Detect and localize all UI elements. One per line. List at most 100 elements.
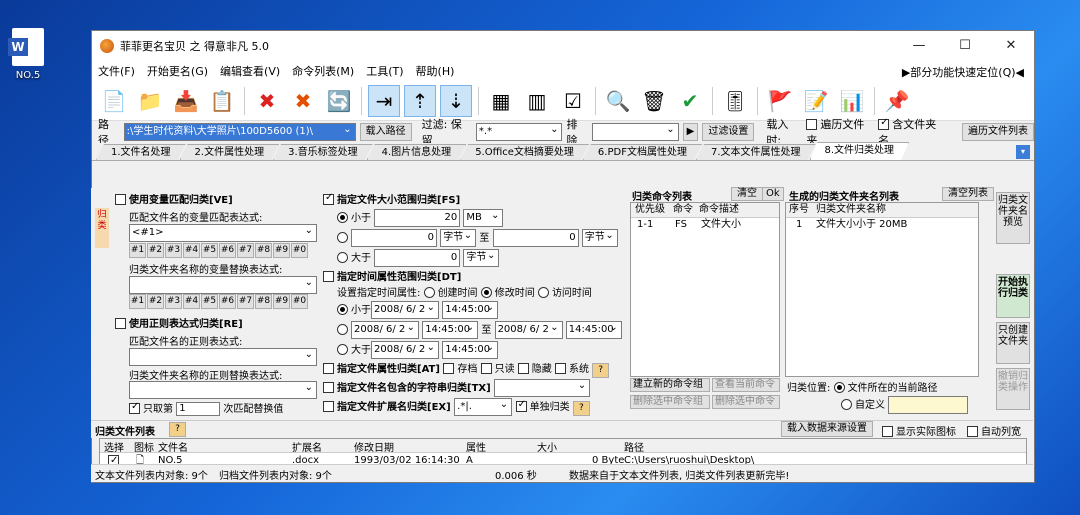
regex-match-select[interactable] [129, 348, 317, 366]
single-checkbox[interactable] [515, 399, 527, 412]
tab-scroll-icon[interactable]: ▾ [1016, 145, 1030, 159]
menu-tools[interactable]: 工具(T) [360, 63, 409, 79]
num-button[interactable]: #4 [183, 294, 200, 309]
archive-checkbox[interactable] [443, 362, 455, 374]
ext-select[interactable]: .*|. [454, 398, 513, 416]
size-from-input[interactable]: 0 [351, 229, 437, 247]
size-lt-radio[interactable] [337, 211, 348, 223]
time-lt-radio[interactable] [337, 303, 348, 315]
columns-icon[interactable]: ▥ [521, 85, 553, 117]
custom-path-input[interactable] [888, 396, 969, 414]
size-gt-radio[interactable] [337, 251, 348, 263]
size-to-unit-select[interactable]: 字节 [581, 229, 618, 247]
num-button[interactable]: #1 [129, 294, 146, 309]
desktop-file-icon[interactable]: W NO.5 [8, 28, 48, 81]
clear-icon[interactable]: ✖ [287, 85, 319, 117]
menu-edit[interactable]: 编辑查看(V) [214, 63, 286, 79]
num-button[interactable]: #2 [147, 243, 164, 258]
size-gt-input[interactable]: 0 [374, 249, 461, 267]
view-cmd-button[interactable]: 查看当前命令 [712, 378, 780, 392]
menu-rename[interactable]: 开始更名(G) [141, 63, 214, 79]
load-path-button[interactable]: 载入路径 [359, 123, 412, 141]
time3-select[interactable]: 14:45:00 [565, 321, 622, 339]
menu-file[interactable]: 文件(F) [92, 63, 141, 79]
help-icon[interactable]: ? [592, 363, 610, 378]
tab-pdf[interactable]: 6.PDF文档属性处理 [583, 144, 702, 160]
show-icon-checkbox[interactable]: 显示实际图标 [882, 423, 956, 438]
time-gt-radio[interactable] [337, 343, 348, 355]
cmd-table[interactable]: 优先级 命令 命令描述 1-1 FS 文件大小 [630, 202, 780, 377]
var-classify-checkbox[interactable]: 使用变量匹配归类[VE] [115, 191, 233, 206]
num-button[interactable]: #7 [237, 243, 254, 258]
pos-custom-radio[interactable] [841, 398, 852, 410]
num-button[interactable]: #0 [291, 243, 308, 258]
tab-music-tag[interactable]: 3.音乐标签处理 [273, 144, 373, 160]
str-select[interactable] [494, 379, 591, 397]
size-lt-input[interactable]: 20 [374, 209, 461, 227]
time-classify-checkbox[interactable]: 指定时间属性范围归类[DT] [323, 268, 461, 283]
preview-button[interactable]: 归类文件夹名预览 [996, 192, 1030, 244]
only-take-input[interactable]: 1 [176, 402, 221, 416]
num-button[interactable]: #8 [255, 294, 272, 309]
size-gt-unit-select[interactable]: 字节 [463, 249, 500, 267]
num-button[interactable]: #6 [219, 243, 236, 258]
grid-icon[interactable]: ▦ [485, 85, 517, 117]
delete-icon[interactable]: ✖ [251, 85, 283, 117]
tab-file-attr[interactable]: 2.文件属性处理 [180, 144, 280, 160]
pin-icon[interactable]: 📌 [881, 85, 913, 117]
new-file-icon[interactable]: 📄 [98, 85, 130, 117]
date2-select[interactable]: 2008/ 6/ 2 [351, 321, 419, 339]
num-button[interactable]: #3 [165, 243, 182, 258]
num-button[interactable]: #7 [237, 294, 254, 309]
cmd-ok-button[interactable]: Ok [762, 187, 784, 201]
num-button[interactable]: #1 [129, 243, 146, 258]
time-range-radio[interactable] [337, 323, 348, 335]
list-icon[interactable]: 📋 [206, 85, 238, 117]
var-replace-select[interactable] [129, 276, 317, 294]
maximize-button[interactable]: ☐ [942, 31, 988, 61]
size-lt-unit-select[interactable]: MB [463, 209, 504, 227]
num-button[interactable]: #5 [201, 243, 218, 258]
file-table[interactable]: 选择图标文件名扩展名修改日期属性大小路径 🗋NO.5.docx1993/03/0… [99, 438, 1027, 466]
var-match-select[interactable]: <#1> [129, 224, 317, 242]
minimize-button[interactable]: — [896, 31, 942, 61]
flag-icon[interactable]: 🚩 [764, 85, 796, 117]
tab-classify[interactable]: 8.文件归类处理 [810, 142, 910, 160]
import-icon[interactable]: 📥 [170, 85, 202, 117]
system-checkbox[interactable] [554, 362, 566, 374]
num-button[interactable]: #4 [183, 243, 200, 258]
menu-commands[interactable]: 命令列表(M) [286, 63, 360, 79]
auto-width-checkbox[interactable]: 自动列宽 [967, 423, 1021, 438]
created-radio[interactable] [423, 286, 435, 298]
table-icon[interactable]: 📊 [836, 85, 868, 117]
exclude-select[interactable] [592, 123, 679, 141]
quick-locate-menu[interactable]: ▶部分功能快速定位(Q)◀ [896, 64, 1030, 80]
help-icon[interactable]: ? [572, 401, 590, 416]
refresh-icon[interactable]: 🔄 [323, 85, 355, 117]
path-select[interactable]: :\学生时代资料\大学照片\100D5600 (1)\ [123, 123, 356, 141]
date4-select[interactable]: 2008/ 6/ 2 [371, 341, 439, 359]
load-source-button[interactable]: 载入数据来源设置 [781, 421, 873, 437]
add-folder-icon[interactable]: 📁 [134, 85, 166, 117]
menu-help[interactable]: 帮助(H) [410, 63, 461, 79]
gen-clear-button[interactable]: 清空列表 [942, 187, 994, 201]
create-folder-button[interactable]: 只创建文件夹 [996, 322, 1030, 364]
readonly-checkbox[interactable] [480, 362, 492, 374]
time1-select[interactable]: 14:45:00 [442, 301, 499, 319]
regex-classify-checkbox[interactable]: 使用正则表达式归类[RE] [115, 315, 243, 330]
num-button[interactable]: #5 [201, 294, 218, 309]
num-button[interactable]: #2 [147, 294, 164, 309]
num-button[interactable]: #3 [165, 294, 182, 309]
table-row[interactable]: 1 文件大小小于 20MB [786, 218, 978, 233]
num-button[interactable]: #6 [219, 294, 236, 309]
edit-icon[interactable]: 📝 [800, 85, 832, 117]
num-button[interactable]: #9 [273, 243, 290, 258]
time4-select[interactable]: 14:45:00 [442, 341, 499, 359]
pos-current-radio[interactable] [833, 381, 845, 393]
tab-in-icon[interactable]: ⇥ [368, 84, 400, 117]
confirm-icon[interactable]: ✔ [674, 85, 706, 117]
filter-settings-button[interactable]: 过滤设置 [702, 123, 755, 141]
num-button[interactable]: #8 [255, 243, 272, 258]
hidden-checkbox[interactable] [517, 362, 529, 374]
time2-select[interactable]: 14:45:00 [422, 321, 479, 339]
